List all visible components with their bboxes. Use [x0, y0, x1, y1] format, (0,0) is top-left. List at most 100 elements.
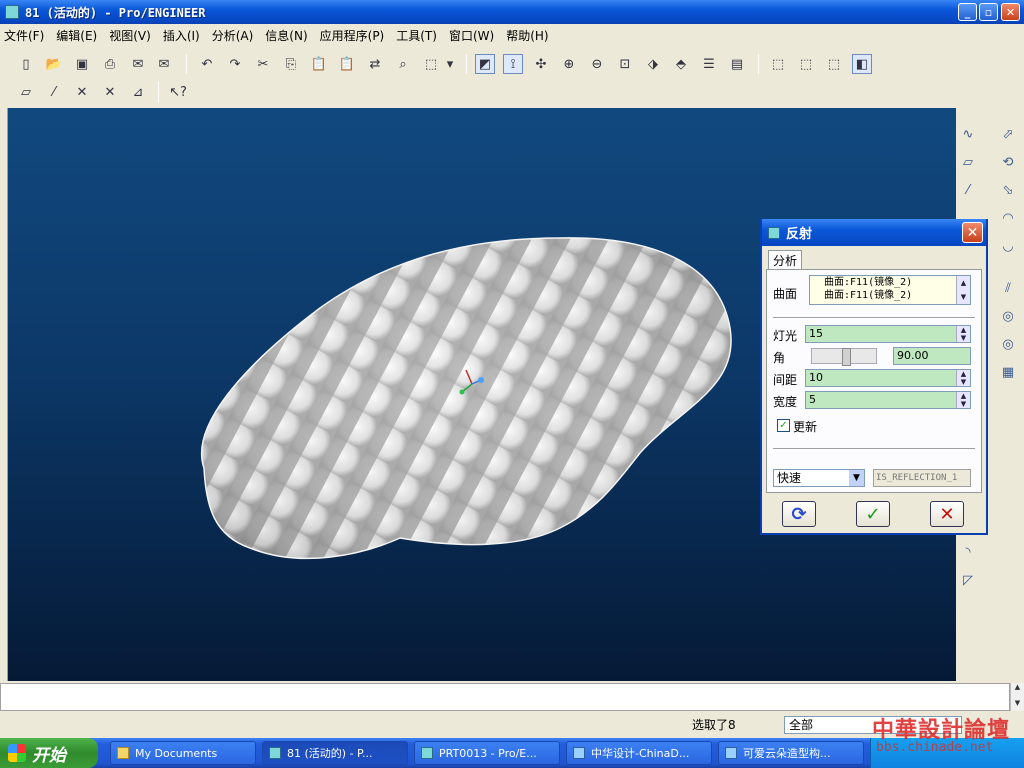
message-scrollbar[interactable]: ▲ ▼	[1010, 683, 1024, 711]
datum-plane-icon[interactable]: ▱	[958, 152, 978, 172]
surface-collector[interactable]: 曲面:F11(镜像_2) 曲面:F11(镜像_2) ▲ ▼	[809, 275, 971, 305]
angle-label: 角	[773, 351, 786, 365]
save-icon[interactable]: ▣	[72, 54, 92, 74]
new-file-icon[interactable]: ▯	[16, 54, 36, 74]
cancel-button[interactable]: ✕	[930, 501, 964, 527]
update-label: 更新	[793, 420, 818, 434]
spacing-spinner-icon[interactable]: ▲ ▼	[956, 370, 970, 386]
sweep-icon[interactable]: ⬂	[998, 180, 1018, 200]
reorient-icon[interactable]: ⬗	[643, 54, 663, 74]
light-field[interactable]: 15 ▲ ▼	[805, 325, 971, 343]
spacing-field[interactable]: 10 ▲ ▼	[805, 369, 971, 387]
email-icon[interactable]: ✉	[128, 54, 148, 74]
maximize-button[interactable]: ▫	[979, 3, 998, 21]
table-icon[interactable]: ▦	[998, 362, 1018, 382]
angle-field[interactable]: 90.00	[893, 347, 971, 365]
context-help-icon[interactable]: ↖?	[168, 82, 188, 102]
boundary-blend-icon[interactable]: ◡	[998, 236, 1018, 256]
ok-button[interactable]: ✓	[856, 501, 890, 527]
task-my-documents[interactable]: My Documents	[110, 741, 256, 765]
minimize-button[interactable]: _	[958, 3, 977, 21]
cut-icon[interactable]: ✂	[253, 54, 273, 74]
layers-icon[interactable]: ☰	[699, 54, 719, 74]
task-proe-81[interactable]: 81 (活动的) - P...	[262, 741, 408, 765]
menu-view[interactable]: 视图(V)	[109, 27, 151, 44]
compute-button[interactable]: ⟳	[782, 501, 816, 527]
light-spinner-icon[interactable]: ▲ ▼	[956, 326, 970, 342]
view-manager-icon[interactable]: ▤	[727, 54, 747, 74]
list-scroll-icon[interactable]: ▲ ▼	[956, 276, 970, 304]
coordinate-systems-icon[interactable]: ✕	[100, 82, 120, 102]
redo-icon[interactable]: ↷	[225, 54, 245, 74]
menu-window[interactable]: 窗口(W)	[449, 27, 494, 44]
width-spinner-icon[interactable]: ▲ ▼	[956, 392, 970, 408]
dialog-close-icon[interactable]: ✕	[962, 222, 983, 243]
proe-icon	[421, 747, 433, 759]
chevron-down-icon[interactable]: ▼	[849, 470, 864, 486]
width-field[interactable]: 5 ▲ ▼	[805, 391, 971, 409]
annotation-display-icon[interactable]: ⊿	[128, 82, 148, 102]
hidden-line-icon[interactable]: ⬚	[796, 54, 816, 74]
merge-icon[interactable]: ◎	[998, 334, 1018, 354]
reflection-dialog: 反射 ✕ 分析 曲面 曲面:F11(镜像_2) 曲面:F11(镜像_2) ▲ ▼ …	[760, 219, 988, 535]
regenerate-icon[interactable]: ⇄	[365, 54, 385, 74]
open-folder-icon[interactable]: 📂	[44, 54, 64, 74]
repaint-icon[interactable]: ◩	[475, 54, 495, 74]
mode-value: 快速	[777, 471, 802, 485]
task-prt0013[interactable]: PRT0013 - Pro/E...	[414, 741, 560, 765]
dialog-title-bar[interactable]: 反射	[762, 219, 986, 246]
no-hidden-icon[interactable]: ⬚	[824, 54, 844, 74]
copy-icon[interactable]: ⎘	[281, 54, 301, 74]
tab-analysis[interactable]: 分析	[768, 250, 802, 270]
menu-applications[interactable]: 应用程序(P)	[320, 27, 385, 44]
menu-help[interactable]: 帮助(H)	[506, 27, 548, 44]
left-splitter[interactable]	[0, 108, 8, 681]
menu-insert[interactable]: 插入(I)	[163, 27, 200, 44]
round-icon[interactable]: ◝	[958, 542, 978, 562]
print-icon[interactable]: ⎙	[100, 54, 120, 74]
chamfer-icon[interactable]: ◸	[958, 570, 978, 590]
slider-thumb[interactable]	[842, 348, 851, 366]
mirror-icon[interactable]: ⫽	[998, 278, 1018, 298]
selection-box-icon[interactable]: ⬚	[421, 54, 441, 74]
menu-info[interactable]: 信息(N)	[265, 27, 307, 44]
datum-points-icon[interactable]: ✕	[72, 82, 92, 102]
email-link-icon[interactable]: ✉	[154, 54, 174, 74]
spin-center-icon[interactable]: ⟟	[503, 54, 523, 74]
refit-icon[interactable]: ⊡	[615, 54, 635, 74]
surface-item[interactable]: 曲面:F11(镜像_2)	[810, 276, 970, 289]
menu-edit[interactable]: 编辑(E)	[56, 27, 97, 44]
chevron-down-icon[interactable]: ▾	[444, 54, 456, 74]
angle-slider[interactable]	[811, 348, 877, 366]
undo-icon[interactable]: ↶	[197, 54, 217, 74]
find-icon[interactable]: ⌕	[393, 54, 413, 74]
title-bar[interactable]: 81 (活动的) - Pro/ENGINEER _ ▫ ✕	[0, 0, 1024, 24]
blend-icon[interactable]: ◠	[998, 208, 1018, 228]
orient-mode-icon[interactable]: ✣	[531, 54, 551, 74]
paste-special-icon[interactable]: 📋	[337, 54, 357, 74]
revolve-icon[interactable]: ⟲	[998, 152, 1018, 172]
zoom-out-icon[interactable]: ⊖	[587, 54, 607, 74]
datum-plane-tool-icon[interactable]: ⬀	[998, 124, 1018, 144]
task-chinade-browser[interactable]: 中华设计-ChinaD...	[566, 741, 712, 765]
shading-icon[interactable]: ◧	[852, 54, 872, 74]
mode-select[interactable]: 快速 ▼	[773, 469, 865, 487]
datum-axis-icon[interactable]: ⁄	[958, 180, 978, 200]
pattern-icon[interactable]: ◎	[998, 306, 1018, 326]
menu-tools[interactable]: 工具(T)	[396, 27, 437, 44]
menu-analysis[interactable]: 分析(A)	[212, 27, 254, 44]
sketch-curve-icon[interactable]: ∿	[958, 124, 978, 144]
datum-planes-icon[interactable]: ▱	[16, 82, 36, 102]
close-button[interactable]: ✕	[1001, 3, 1020, 21]
analysis-name-field[interactable]: IS_REFLECTION_1	[873, 469, 971, 487]
update-checkbox[interactable]: ✓	[777, 419, 790, 432]
datum-axes-icon[interactable]: ⁄	[44, 82, 64, 102]
start-button[interactable]: 开始	[0, 738, 98, 768]
saved-views-icon[interactable]: ⬘	[671, 54, 691, 74]
paste-icon[interactable]: 📋	[309, 54, 329, 74]
task-cloud-modeling[interactable]: 可爱云朵造型构...	[718, 741, 864, 765]
surface-item[interactable]: 曲面:F11(镜像_2)	[810, 289, 970, 302]
wireframe-icon[interactable]: ⬚	[768, 54, 788, 74]
zoom-in-icon[interactable]: ⊕	[559, 54, 579, 74]
menu-file[interactable]: 文件(F)	[4, 27, 44, 44]
